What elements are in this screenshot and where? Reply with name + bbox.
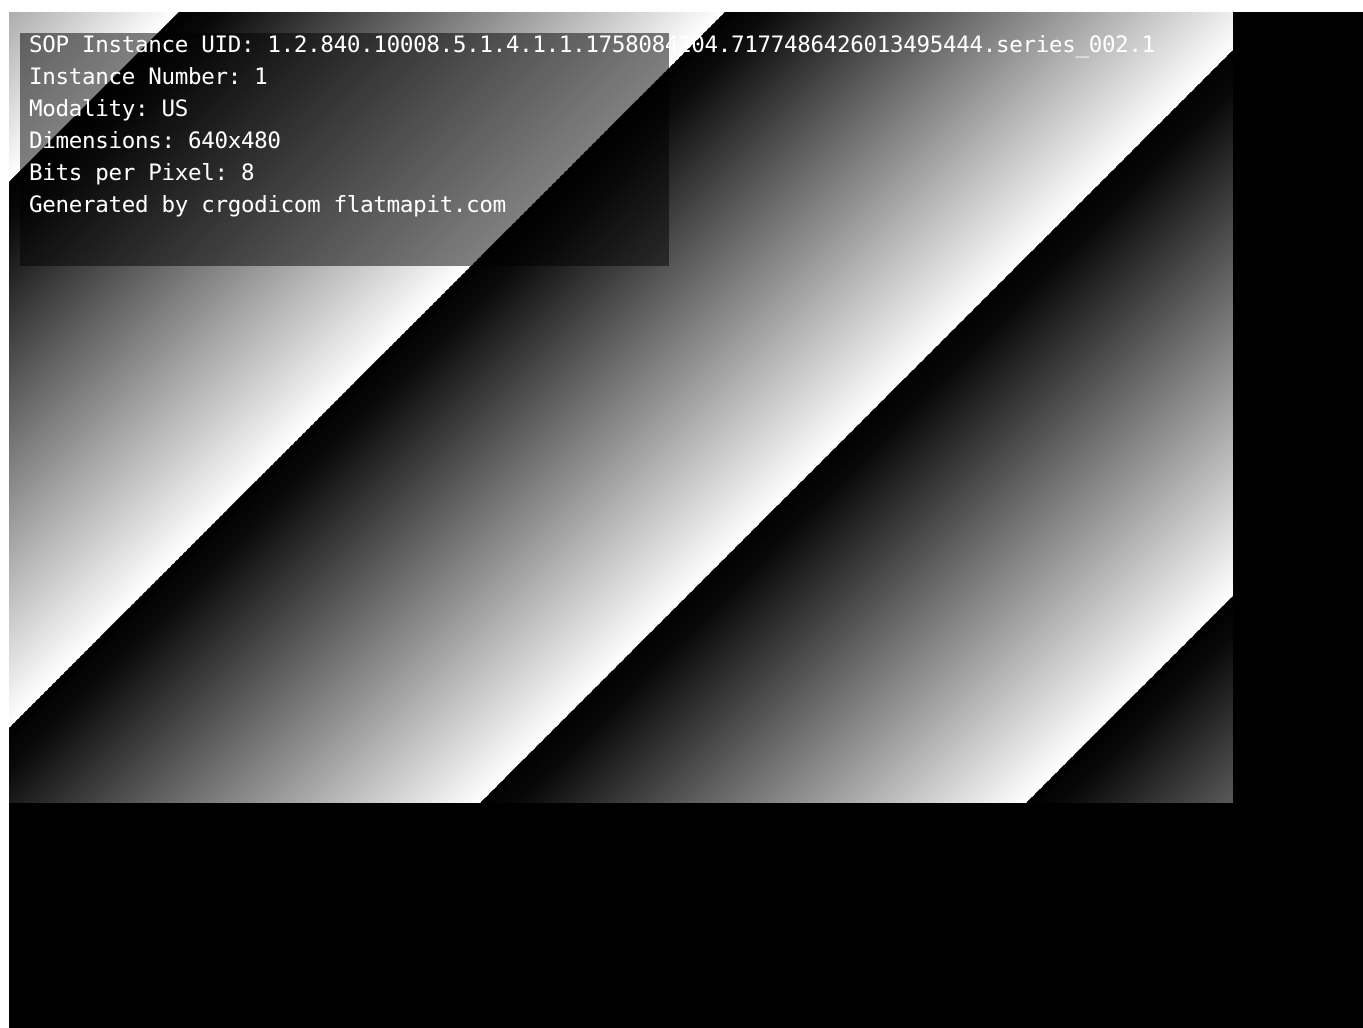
modality: Modality: US [29,96,188,122]
instance-number: Instance Number: 1 [29,64,268,90]
dimensions: Dimensions: 640x480 [29,128,281,154]
metadata-overlay-text: SOP Instance UID: 1.2.840.10008.5.1.4.1.… [29,29,1155,221]
sop-instance-uid: SOP Instance UID: 1.2.840.10008.5.1.4.1.… [29,32,1155,58]
bits-per-pixel: Bits per Pixel: 8 [29,160,255,186]
dicom-viewer: SOP Instance UID: 1.2.840.10008.5.1.4.1.… [0,0,1363,1028]
generated-by: Generated by crgodicom flatmapit.com [29,192,506,218]
